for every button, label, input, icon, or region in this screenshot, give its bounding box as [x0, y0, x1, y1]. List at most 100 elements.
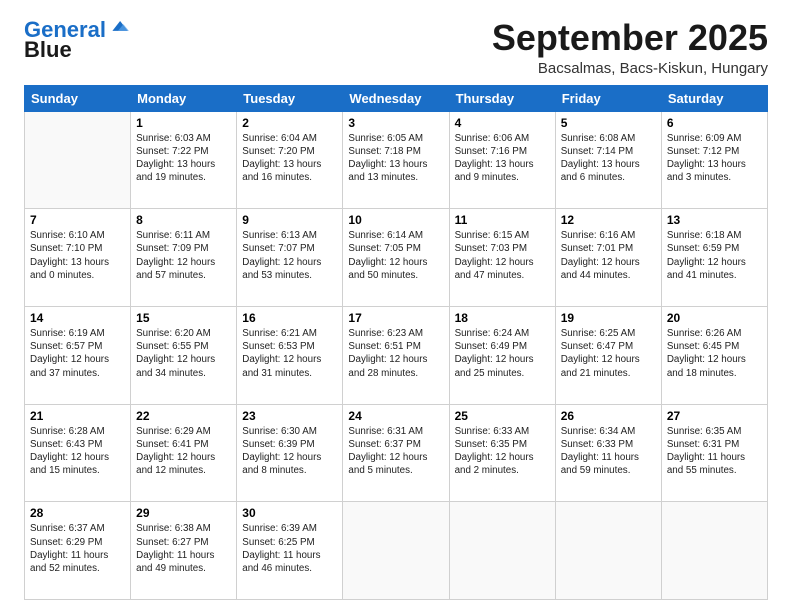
day-number: 25: [455, 409, 550, 423]
calendar-cell: 24 Sunrise: 6:31 AM Sunset: 6:37 PM Dayli…: [343, 404, 449, 502]
week-row-4: 28 Sunrise: 6:37 AM Sunset: 6:29 PM Dayli…: [25, 502, 768, 600]
calendar-cell: 2 Sunrise: 6:04 AM Sunset: 7:20 PM Daylig…: [237, 111, 343, 209]
day-info: Sunrise: 6:23 AM Sunset: 6:51 PM Dayligh…: [348, 327, 443, 380]
day-number: 17: [348, 311, 443, 325]
calendar-cell: 15 Sunrise: 6:20 AM Sunset: 6:55 PM Dayli…: [131, 306, 237, 404]
day-info: Sunrise: 6:34 AM Sunset: 6:33 PM Dayligh…: [561, 425, 656, 478]
calendar-cell: 8 Sunrise: 6:11 AM Sunset: 7:09 PM Daylig…: [131, 209, 237, 307]
logo-text2: Blue: [24, 38, 72, 62]
day-number: 29: [136, 506, 231, 520]
day-number: 23: [242, 409, 337, 423]
calendar-cell: 13 Sunrise: 6:18 AM Sunset: 6:59 PM Dayli…: [661, 209, 767, 307]
day-info: Sunrise: 6:21 AM Sunset: 6:53 PM Dayligh…: [242, 327, 337, 380]
day-number: 24: [348, 409, 443, 423]
calendar-cell: 12 Sunrise: 6:16 AM Sunset: 7:01 PM Dayli…: [555, 209, 661, 307]
day-info: Sunrise: 6:03 AM Sunset: 7:22 PM Dayligh…: [136, 132, 231, 185]
calendar-cell: 11 Sunrise: 6:15 AM Sunset: 7:03 PM Dayli…: [449, 209, 555, 307]
day-info: Sunrise: 6:08 AM Sunset: 7:14 PM Dayligh…: [561, 132, 656, 185]
calendar-table: SundayMondayTuesdayWednesdayThursdayFrid…: [24, 85, 768, 600]
day-info: Sunrise: 6:04 AM Sunset: 7:20 PM Dayligh…: [242, 132, 337, 185]
weekday-friday: Friday: [555, 85, 661, 111]
day-number: 9: [242, 213, 337, 227]
calendar-cell: 18 Sunrise: 6:24 AM Sunset: 6:49 PM Dayli…: [449, 306, 555, 404]
day-number: 8: [136, 213, 231, 227]
day-info: Sunrise: 6:20 AM Sunset: 6:55 PM Dayligh…: [136, 327, 231, 380]
day-number: 19: [561, 311, 656, 325]
calendar-cell: 7 Sunrise: 6:10 AM Sunset: 7:10 PM Daylig…: [25, 209, 131, 307]
day-number: 3: [348, 116, 443, 130]
calendar-cell: 26 Sunrise: 6:34 AM Sunset: 6:33 PM Dayli…: [555, 404, 661, 502]
day-info: Sunrise: 6:33 AM Sunset: 6:35 PM Dayligh…: [455, 425, 550, 478]
calendar-cell: 25 Sunrise: 6:33 AM Sunset: 6:35 PM Dayli…: [449, 404, 555, 502]
calendar-cell: 4 Sunrise: 6:06 AM Sunset: 7:16 PM Daylig…: [449, 111, 555, 209]
calendar-cell: 14Sunrise: 6:19 AM Sunset: 6:57 PM Dayli…: [25, 306, 131, 404]
weekday-thursday: Thursday: [449, 85, 555, 111]
calendar-cell: [25, 111, 131, 209]
week-row-0: 1 Sunrise: 6:03 AM Sunset: 7:22 PM Daylig…: [25, 111, 768, 209]
day-info: Sunrise: 6:18 AM Sunset: 6:59 PM Dayligh…: [667, 229, 762, 282]
day-info: Sunrise: 6:11 AM Sunset: 7:09 PM Dayligh…: [136, 229, 231, 282]
weekday-saturday: Saturday: [661, 85, 767, 111]
day-info: Sunrise: 6:29 AM Sunset: 6:41 PM Dayligh…: [136, 425, 231, 478]
day-number: 4: [455, 116, 550, 130]
calendar-cell: 17 Sunrise: 6:23 AM Sunset: 6:51 PM Dayli…: [343, 306, 449, 404]
calendar-cell: 29 Sunrise: 6:38 AM Sunset: 6:27 PM Dayli…: [131, 502, 237, 600]
day-number: 26: [561, 409, 656, 423]
day-number: 27: [667, 409, 762, 423]
day-number: 6: [667, 116, 762, 130]
day-info: Sunrise: 6:31 AM Sunset: 6:37 PM Dayligh…: [348, 425, 443, 478]
header: General Blue September 2025 Bacsalmas, B…: [24, 18, 768, 77]
day-info: Sunrise: 6:28 AM Sunset: 6:43 PM Dayligh…: [30, 425, 125, 478]
day-info: Sunrise: 6:30 AM Sunset: 6:39 PM Dayligh…: [242, 425, 337, 478]
calendar-cell: 10Sunrise: 6:14 AM Sunset: 7:05 PM Dayli…: [343, 209, 449, 307]
day-info: Sunrise: 6:14 AM Sunset: 7:05 PM Dayligh…: [348, 229, 443, 282]
calendar-cell: [449, 502, 555, 600]
location-title: Bacsalmas, Bacs-Kiskun, Hungary: [492, 60, 768, 77]
calendar-cell: 9Sunrise: 6:13 AM Sunset: 7:07 PM Daylig…: [237, 209, 343, 307]
calendar-cell: [555, 502, 661, 600]
day-number: 7: [30, 213, 125, 227]
month-title: September 2025: [492, 18, 768, 58]
day-info: Sunrise: 6:05 AM Sunset: 7:18 PM Dayligh…: [348, 132, 443, 185]
day-info: Sunrise: 6:37 AM Sunset: 6:29 PM Dayligh…: [30, 522, 125, 575]
day-info: Sunrise: 6:38 AM Sunset: 6:27 PM Dayligh…: [136, 522, 231, 575]
day-number: 20: [667, 311, 762, 325]
day-info: Sunrise: 6:15 AM Sunset: 7:03 PM Dayligh…: [455, 229, 550, 282]
day-number: 2: [242, 116, 337, 130]
day-number: 12: [561, 213, 656, 227]
day-number: 22: [136, 409, 231, 423]
logo: General Blue: [24, 18, 130, 62]
day-number: 13: [667, 213, 762, 227]
week-row-2: 14Sunrise: 6:19 AM Sunset: 6:57 PM Dayli…: [25, 306, 768, 404]
calendar-cell: 20 Sunrise: 6:26 AM Sunset: 6:45 PM Dayli…: [661, 306, 767, 404]
day-info: Sunrise: 6:24 AM Sunset: 6:49 PM Dayligh…: [455, 327, 550, 380]
logo-icon: [108, 16, 130, 38]
day-number: 30: [242, 506, 337, 520]
day-info: Sunrise: 6:06 AM Sunset: 7:16 PM Dayligh…: [455, 132, 550, 185]
day-number: 15: [136, 311, 231, 325]
calendar-cell: 3 Sunrise: 6:05 AM Sunset: 7:18 PM Daylig…: [343, 111, 449, 209]
day-info: Sunrise: 6:39 AM Sunset: 6:25 PM Dayligh…: [242, 522, 337, 575]
calendar-cell: 28 Sunrise: 6:37 AM Sunset: 6:29 PM Dayli…: [25, 502, 131, 600]
day-number: 18: [455, 311, 550, 325]
day-info: Sunrise: 6:16 AM Sunset: 7:01 PM Dayligh…: [561, 229, 656, 282]
day-info: Sunrise: 6:19 AM Sunset: 6:57 PM Dayligh…: [30, 327, 125, 380]
day-info: Sunrise: 6:09 AM Sunset: 7:12 PM Dayligh…: [667, 132, 762, 185]
day-number: 28: [30, 506, 125, 520]
day-info: Sunrise: 6:10 AM Sunset: 7:10 PM Dayligh…: [30, 229, 125, 282]
calendar-cell: 27Sunrise: 6:35 AM Sunset: 6:31 PM Dayli…: [661, 404, 767, 502]
calendar-cell: 16 Sunrise: 6:21 AM Sunset: 6:53 PM Dayli…: [237, 306, 343, 404]
calendar-cell: [343, 502, 449, 600]
calendar-cell: [661, 502, 767, 600]
day-number: 16: [242, 311, 337, 325]
weekday-tuesday: Tuesday: [237, 85, 343, 111]
day-info: Sunrise: 6:26 AM Sunset: 6:45 PM Dayligh…: [667, 327, 762, 380]
calendar-cell: 5Sunrise: 6:08 AM Sunset: 7:14 PM Daylig…: [555, 111, 661, 209]
calendar-cell: 6 Sunrise: 6:09 AM Sunset: 7:12 PM Daylig…: [661, 111, 767, 209]
day-number: 11: [455, 213, 550, 227]
week-row-1: 7 Sunrise: 6:10 AM Sunset: 7:10 PM Daylig…: [25, 209, 768, 307]
day-number: 1: [136, 116, 231, 130]
weekday-header-row: SundayMondayTuesdayWednesdayThursdayFrid…: [25, 85, 768, 111]
day-info: Sunrise: 6:25 AM Sunset: 6:47 PM Dayligh…: [561, 327, 656, 380]
title-block: September 2025 Bacsalmas, Bacs-Kiskun, H…: [492, 18, 768, 77]
